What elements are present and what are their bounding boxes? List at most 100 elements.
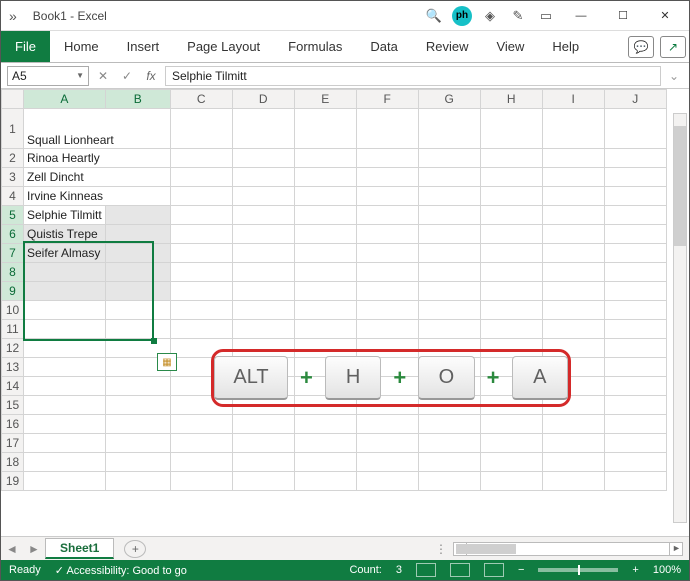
maximize-button[interactable]: ☐ xyxy=(605,2,641,30)
formula-input[interactable]: Selphie Tilmitt xyxy=(165,66,661,86)
plus-icon: + xyxy=(300,365,313,391)
expand-formula-bar-icon[interactable]: ⌄ xyxy=(665,69,683,83)
col-header-B[interactable]: B xyxy=(105,90,170,109)
row-header-17[interactable]: 17 xyxy=(2,434,24,453)
col-header-J[interactable]: J xyxy=(604,90,666,109)
row-header-13[interactable]: 13 xyxy=(2,358,24,377)
page-break-view-icon[interactable] xyxy=(484,563,504,577)
col-header-C[interactable]: C xyxy=(170,90,232,109)
cell-A8[interactable] xyxy=(24,263,106,282)
cancel-entry-icon[interactable]: ✕ xyxy=(93,69,113,83)
row-header-7[interactable]: 7 xyxy=(2,244,24,263)
cell-A3[interactable]: Zell Dincht xyxy=(24,168,171,187)
row-header-1[interactable]: 1 xyxy=(2,109,24,149)
count-value: 3 xyxy=(396,564,402,576)
status-ready: Ready xyxy=(9,564,41,576)
row-header-5[interactable]: 5 xyxy=(2,206,24,225)
normal-view-icon[interactable] xyxy=(416,563,436,577)
row-header-8[interactable]: 8 xyxy=(2,263,24,282)
confirm-entry-icon[interactable]: ✓ xyxy=(117,69,137,83)
tab-home[interactable]: Home xyxy=(50,31,113,62)
col-header-D[interactable]: D xyxy=(232,90,294,109)
col-header-F[interactable]: F xyxy=(356,90,418,109)
shortcut-callout: ALT + H + O + A xyxy=(211,349,571,407)
row-header-2[interactable]: 2 xyxy=(2,149,24,168)
cell-A6[interactable]: Quistis Trepe xyxy=(24,225,106,244)
row-header-9[interactable]: 9 xyxy=(2,282,24,301)
ribbon-tabs: File Home Insert Page Layout Formulas Da… xyxy=(1,31,689,63)
cell-B5[interactable] xyxy=(105,206,170,225)
worksheet-grid[interactable]: A B C D E F G H I J 1 Squall Lionheart 2… xyxy=(1,89,689,519)
col-header-I[interactable]: I xyxy=(542,90,604,109)
row-header-11[interactable]: 11 xyxy=(2,320,24,339)
row-header-16[interactable]: 16 xyxy=(2,415,24,434)
row-header-19[interactable]: 19 xyxy=(2,472,24,491)
share-button[interactable]: ↗ xyxy=(660,36,686,58)
chevron-down-icon[interactable]: ▼ xyxy=(76,71,84,80)
col-header-A[interactable]: A xyxy=(24,90,106,109)
key-o: O xyxy=(418,356,474,400)
row-header-15[interactable]: 15 xyxy=(2,396,24,415)
row-header-6[interactable]: 6 xyxy=(2,225,24,244)
zoom-out-icon[interactable]: − xyxy=(518,564,524,576)
name-box[interactable]: A5 ▼ xyxy=(7,66,89,86)
ph-addin-icon[interactable]: ph xyxy=(451,5,473,27)
file-tab[interactable]: File xyxy=(1,31,50,62)
tab-formulas[interactable]: Formulas xyxy=(274,31,356,62)
new-sheet-button[interactable]: + xyxy=(124,540,146,558)
wand-icon[interactable]: ✎ xyxy=(507,5,529,27)
cell-A5[interactable]: Selphie Tilmitt xyxy=(24,206,106,225)
diamond-icon[interactable]: ◈ xyxy=(479,5,501,27)
row-header-12[interactable]: 12 xyxy=(2,339,24,358)
qat-more-icon[interactable]: » xyxy=(7,8,19,24)
zoom-slider[interactable] xyxy=(538,568,618,572)
quick-analysis-button[interactable]: ▦ xyxy=(157,353,177,371)
accessibility-status[interactable]: ✓ Accessibility: Good to go xyxy=(55,564,187,577)
fx-icon[interactable]: fx xyxy=(141,69,161,83)
sheet-tab-sheet1[interactable]: Sheet1 xyxy=(45,538,114,559)
cell-A1[interactable]: Squall Lionheart xyxy=(24,109,171,149)
tab-scroll-right-icon[interactable]: ► xyxy=(23,542,45,556)
col-header-H[interactable]: H xyxy=(480,90,542,109)
comments-button[interactable]: 💬 xyxy=(628,36,654,58)
row-header-3[interactable]: 3 xyxy=(2,168,24,187)
status-bar: Ready ✓ Accessibility: Good to go Count:… xyxy=(1,560,689,580)
sheet-tab-bar: ◄ ► Sheet1 + ⋮ ◄► xyxy=(1,536,689,560)
plus-icon: + xyxy=(487,365,500,391)
zoom-value[interactable]: 100% xyxy=(653,564,681,576)
row-header-14[interactable]: 14 xyxy=(2,377,24,396)
cell-B6[interactable] xyxy=(105,225,170,244)
key-a: A xyxy=(512,356,568,400)
window-mode-icon[interactable]: ▭ xyxy=(535,5,557,27)
vertical-scrollbar[interactable] xyxy=(673,113,687,523)
cell-B9[interactable] xyxy=(105,282,170,301)
cell-A2[interactable]: Rinoa Heartly xyxy=(24,149,171,168)
tab-scroll-left-icon[interactable]: ◄ xyxy=(1,542,23,556)
cell-C1[interactable] xyxy=(170,109,232,149)
select-all-corner[interactable] xyxy=(2,90,24,109)
fill-handle[interactable] xyxy=(151,338,157,344)
cell-A4[interactable]: Irvine Kinneas xyxy=(24,187,171,206)
tab-data[interactable]: Data xyxy=(356,31,411,62)
col-header-G[interactable]: G xyxy=(418,90,480,109)
row-header-10[interactable]: 10 xyxy=(2,301,24,320)
cell-A7[interactable]: Seifer Almasy xyxy=(24,244,106,263)
cell-B7[interactable] xyxy=(105,244,170,263)
row-header-4[interactable]: 4 xyxy=(2,187,24,206)
page-layout-view-icon[interactable] xyxy=(450,563,470,577)
tab-insert[interactable]: Insert xyxy=(113,31,174,62)
minimize-button[interactable]: — xyxy=(563,2,599,30)
row-header-18[interactable]: 18 xyxy=(2,453,24,472)
search-icon[interactable]: 🔍 xyxy=(423,5,445,27)
tab-view[interactable]: View xyxy=(482,31,538,62)
cell-A9[interactable] xyxy=(24,282,106,301)
col-header-E[interactable]: E xyxy=(294,90,356,109)
tab-help[interactable]: Help xyxy=(538,31,593,62)
zoom-in-icon[interactable]: + xyxy=(632,564,638,576)
close-button[interactable]: ✕ xyxy=(647,2,683,30)
horizontal-scrollbar[interactable]: ◄► xyxy=(453,542,683,556)
name-box-value: A5 xyxy=(12,69,27,83)
tab-page-layout[interactable]: Page Layout xyxy=(173,31,274,62)
tab-review[interactable]: Review xyxy=(412,31,483,62)
cell-B8[interactable] xyxy=(105,263,170,282)
